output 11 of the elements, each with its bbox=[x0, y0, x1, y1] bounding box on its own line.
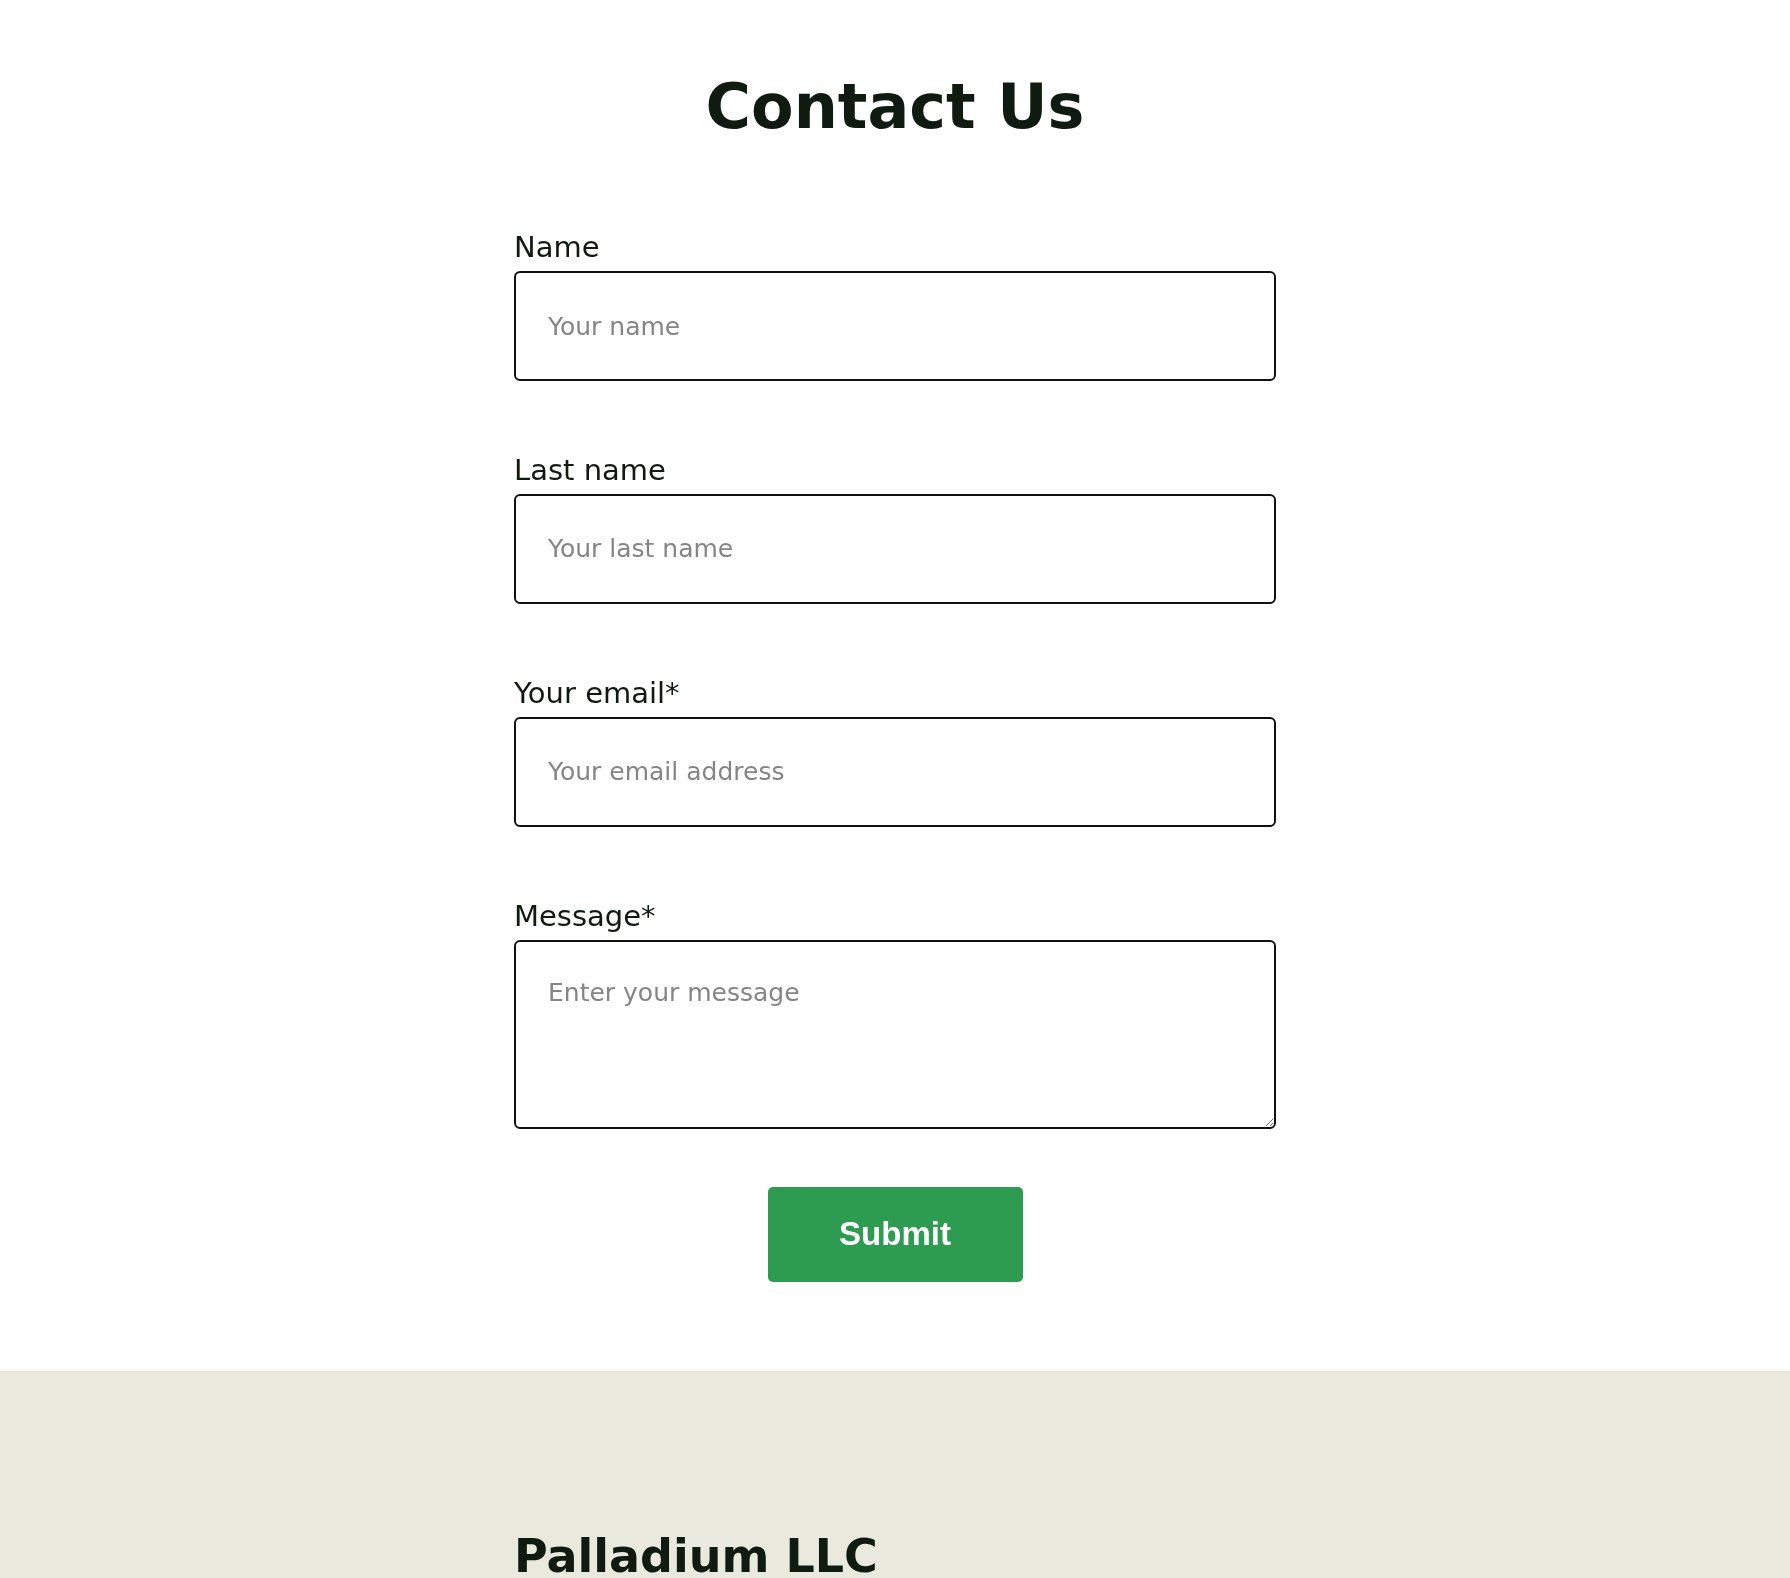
submit-button[interactable]: Submit bbox=[767, 1186, 1023, 1282]
field-label: Last name bbox=[514, 453, 667, 488]
input-field[interactable]: Your last name bbox=[514, 494, 1276, 604]
input-field[interactable]: Your name bbox=[514, 271, 1276, 382]
field-label: Name bbox=[514, 230, 601, 266]
field-label: Message* bbox=[514, 898, 657, 934]
company-name: Palladium LLC bbox=[514, 1528, 879, 1578]
page-title: Contact Us bbox=[704, 70, 1086, 145]
field-label: Your email* bbox=[514, 676, 681, 711]
input-field[interactable]: Your email address bbox=[514, 716, 1276, 827]
message-field[interactable]: Enter your message bbox=[514, 939, 1276, 1129]
